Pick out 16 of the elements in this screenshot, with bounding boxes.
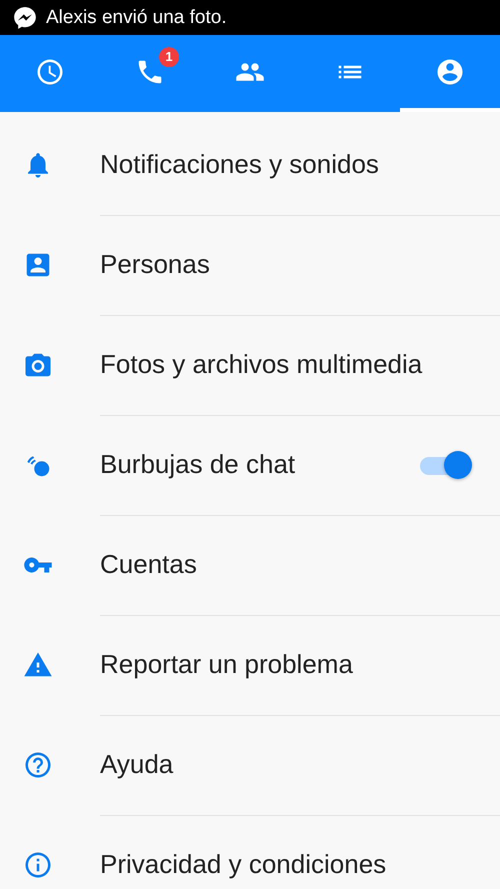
settings-item[interactable]: Burbujas de chat — [100, 449, 420, 480]
toggle-switch[interactable] — [420, 450, 472, 478]
account-icon — [435, 56, 465, 86]
settings-item[interactable]: Reportar un problema — [100, 649, 472, 680]
notification-text: Alexis envió una foto. — [46, 6, 227, 28]
clock-icon — [35, 56, 65, 86]
info-icon — [23, 850, 53, 880]
help-icon — [23, 750, 53, 780]
settings-item[interactable]: Privacidad y condiciones — [100, 849, 472, 880]
settings-item[interactable]: Fotos y archivos multimedia — [100, 349, 472, 380]
settings-item[interactable]: Personas — [100, 249, 472, 280]
settings-item[interactable]: Notificaciones y sonidos — [100, 149, 472, 180]
notification-badge: 1 — [159, 46, 179, 66]
messenger-icon — [12, 4, 38, 30]
settings-item[interactable]: Ayuda — [100, 749, 472, 780]
settings-item[interactable]: Cuentas — [100, 549, 472, 580]
